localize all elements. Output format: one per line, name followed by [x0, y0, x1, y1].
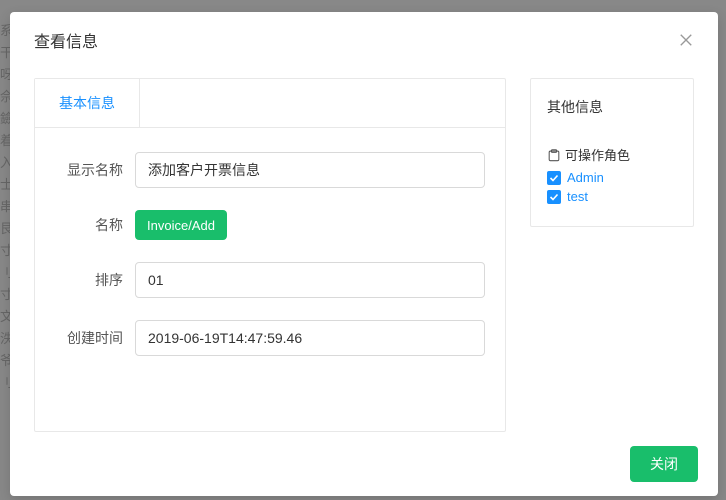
- modal-title: 查看信息: [34, 28, 98, 52]
- modal-body: 基本信息 显示名称 添加客户开票信息 名称 Invoice/Add 排序 01: [10, 68, 718, 432]
- field-display-name[interactable]: 添加客户开票信息: [135, 152, 485, 188]
- row-created-at: 创建时间 2019-06-19T14:47:59.46: [55, 320, 485, 356]
- checkbox-admin[interactable]: [547, 171, 561, 185]
- roles-icon: [547, 148, 561, 162]
- row-name: 名称 Invoice/Add: [55, 210, 485, 240]
- modal-footer: 关闭: [10, 432, 718, 496]
- tab-basic-info[interactable]: 基本信息: [35, 79, 140, 127]
- close-button[interactable]: 关闭: [630, 446, 698, 482]
- label-display-name: 显示名称: [55, 160, 135, 180]
- role-item-admin[interactable]: Admin: [547, 170, 677, 185]
- role-item-test[interactable]: test: [547, 189, 677, 204]
- roles-header-label: 可操作角色: [565, 145, 630, 164]
- role-label-admin: Admin: [567, 170, 604, 185]
- label-created-at: 创建时间: [55, 328, 135, 348]
- label-name: 名称: [55, 215, 135, 235]
- view-info-modal: 查看信息 基本信息 显示名称 添加客户开票信息 名称 Invoice/: [10, 12, 718, 496]
- modal-header: 查看信息: [10, 12, 718, 68]
- label-sort: 排序: [55, 270, 135, 290]
- field-created-at[interactable]: 2019-06-19T14:47:59.46: [135, 320, 485, 356]
- role-label-test: test: [567, 189, 588, 204]
- tabs: 基本信息: [35, 79, 505, 128]
- close-icon[interactable]: [678, 32, 694, 48]
- tab-content: 显示名称 添加客户开票信息 名称 Invoice/Add 排序 01 创建时间 …: [35, 128, 505, 402]
- field-sort[interactable]: 01: [135, 262, 485, 298]
- row-display-name: 显示名称 添加客户开票信息: [55, 152, 485, 188]
- other-info-title: 其他信息: [547, 97, 677, 117]
- field-name-wrap: Invoice/Add: [135, 210, 485, 240]
- checkbox-test[interactable]: [547, 190, 561, 204]
- roles-header: 可操作角色: [547, 145, 677, 164]
- row-sort: 排序 01: [55, 262, 485, 298]
- basic-info-panel: 基本信息 显示名称 添加客户开票信息 名称 Invoice/Add 排序 01: [34, 78, 506, 432]
- other-info-panel: 其他信息 可操作角色 Admin test: [530, 78, 694, 227]
- name-badge: Invoice/Add: [135, 210, 227, 240]
